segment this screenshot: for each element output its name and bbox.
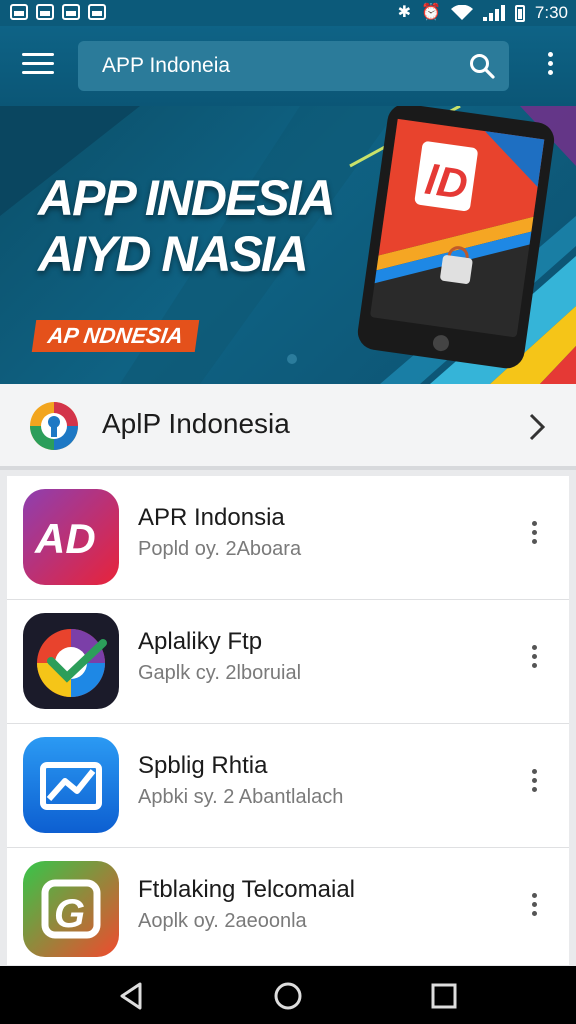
svg-text:AD: AD <box>34 515 96 562</box>
more-vert-icon[interactable] <box>529 893 539 923</box>
app-subtitle: Apbki sy. 2 Abantlalach <box>138 786 344 808</box>
app-bar <box>0 26 576 106</box>
menu-icon[interactable] <box>22 53 54 77</box>
signal-icon <box>482 5 505 21</box>
app-title: Aplaliky Ftp <box>138 628 263 655</box>
status-time: 7:30 <box>534 3 568 22</box>
app-list: AD APR Indonsia Popld oy. 2Aboara Aplali… <box>7 476 569 965</box>
more-vert-icon[interactable] <box>542 52 558 80</box>
screenshot-icon <box>62 4 80 20</box>
back-icon[interactable] <box>116 980 148 1012</box>
status-bar: ✱ ⏰ 7:30 <box>0 0 576 26</box>
app-title: Spblig Rhtia <box>138 752 268 779</box>
image-icon <box>36 4 54 20</box>
search-icon[interactable] <box>469 53 495 79</box>
svg-text:lD: lD <box>422 156 470 208</box>
image-icon <box>10 4 28 20</box>
svg-text:G: G <box>54 892 85 936</box>
chevron-right-icon[interactable] <box>528 412 546 442</box>
promo-banner[interactable]: lD APP INDESIA AIYD NASIA AP NDNESIA <box>0 106 576 384</box>
app-subtitle: Gaplk cy. 2lboruial <box>138 662 302 684</box>
system-icons: ✱ ⏰ 7:30 <box>398 3 568 23</box>
alarm-icon: ⏰ <box>420 4 441 21</box>
app-title: APR Indonsia <box>138 504 285 531</box>
recents-icon[interactable] <box>428 980 460 1012</box>
list-item[interactable]: Aplaliky Ftp Gaplk cy. 2lboruial <box>7 600 569 724</box>
banner-title: APP INDESIA AIYD NASIA <box>38 170 336 282</box>
app-logo-icon <box>30 402 78 450</box>
app-subtitle: Aoplk oy. 2aeoonla <box>138 910 307 932</box>
photo-icon <box>88 4 106 20</box>
list-item[interactable]: Spblig Rhtia Apbki sy. 2 Abantlalach <box>7 724 569 848</box>
banner-title-line2: AIYD NASIA <box>38 226 309 282</box>
notification-icons <box>10 4 106 20</box>
navigation-bar <box>0 966 576 1024</box>
app-title: Ftblaking Telcomaial <box>138 876 355 903</box>
featured-app-row[interactable]: AplP Indonesia <box>0 384 576 470</box>
app-icon-check <box>23 613 119 709</box>
search-box[interactable] <box>78 41 509 91</box>
home-icon[interactable] <box>272 980 304 1012</box>
more-vert-icon[interactable] <box>529 769 539 799</box>
battery-icon <box>514 4 525 22</box>
app-subtitle: Popld oy. 2Aboara <box>138 538 302 560</box>
list-item[interactable]: AD APR Indonsia Popld oy. 2Aboara <box>7 476 569 600</box>
carousel-indicator[interactable] <box>287 354 297 364</box>
banner-title-line1: APP INDESIA <box>38 170 336 226</box>
more-vert-icon[interactable] <box>529 645 539 675</box>
banner-tag: AP NDNESIA <box>31 320 200 352</box>
bluetooth-icon: ✱ <box>397 4 411 21</box>
more-vert-icon[interactable] <box>529 521 539 551</box>
app-icon-g: G <box>23 861 119 957</box>
wifi-icon <box>450 5 473 20</box>
list-item[interactable]: G Ftblaking Telcomaial Aoplk oy. 2aeoonl… <box>7 848 569 965</box>
featured-app-title: AplP Indonesia <box>102 408 290 439</box>
app-icon-chart <box>23 737 119 833</box>
app-icon-ad: AD <box>23 489 119 585</box>
search-input[interactable] <box>78 41 458 91</box>
